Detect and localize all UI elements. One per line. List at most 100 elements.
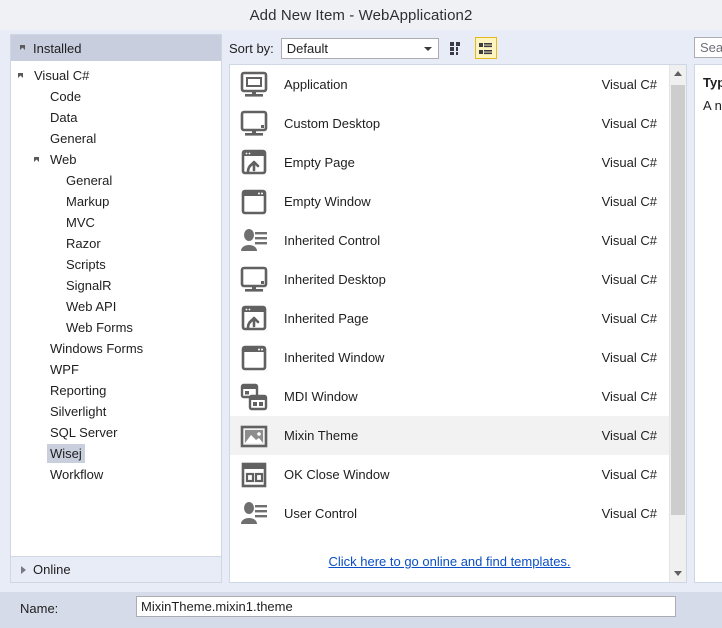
online-templates-link[interactable]: Click here to go online and find templat… bbox=[328, 554, 570, 569]
tree-item-web[interactable]: Web bbox=[11, 149, 221, 170]
tree-item-web-general[interactable]: General bbox=[11, 170, 221, 191]
tree-item-label: Windows Forms bbox=[50, 341, 144, 356]
list-item-label: Custom Desktop bbox=[284, 116, 381, 131]
installed-group-label: Installed bbox=[33, 40, 82, 56]
scrollbar-thumb[interactable] bbox=[671, 85, 685, 515]
details-panel: Sear Typ A n ext bbox=[694, 34, 722, 583]
template-details: Typ A n ext bbox=[694, 64, 722, 583]
tree-item-wisej[interactable]: Wisej bbox=[11, 443, 221, 464]
list-item-label: MDI Window bbox=[284, 389, 358, 404]
grid-dots-icon bbox=[450, 41, 461, 55]
templates-list[interactable]: Application Visual C# Custom Desktop Vis… bbox=[230, 65, 669, 541]
tree-item-label: Web Forms bbox=[66, 320, 133, 335]
picture-icon bbox=[238, 420, 270, 452]
tree-item-label: Workflow bbox=[50, 467, 104, 482]
tree-item-label: Reporting bbox=[50, 383, 107, 398]
tree-item-signalr[interactable]: SignalR bbox=[11, 275, 221, 296]
tree-item-silverlight[interactable]: Silverlight bbox=[11, 401, 221, 422]
list-item-label: Mixin Theme bbox=[284, 428, 359, 443]
list-item[interactable]: OK Close Window Visual C# bbox=[230, 455, 669, 494]
tree-item-visual-csharp[interactable]: Visual C# bbox=[11, 65, 221, 86]
list-item-language: Visual C# bbox=[601, 155, 657, 170]
list-view-icon bbox=[479, 42, 493, 54]
list-item[interactable]: Inherited Control Visual C# bbox=[230, 221, 669, 260]
triangle-up-icon bbox=[674, 71, 682, 76]
categories-panel: Installed Visual C# Code Data General We… bbox=[10, 34, 222, 583]
templates-scrollbar[interactable] bbox=[669, 65, 686, 582]
tree-item-reporting[interactable]: Reporting bbox=[11, 380, 221, 401]
installed-group-header[interactable]: Installed bbox=[11, 35, 221, 61]
list-item-label: Inherited Control bbox=[284, 233, 381, 248]
templates-list-frame: Application Visual C# Custom Desktop Vis… bbox=[229, 64, 687, 583]
tree-item-label: Scripts bbox=[66, 257, 106, 272]
list-item[interactable]: Application Visual C# bbox=[230, 65, 669, 104]
tree-item-wpf[interactable]: WPF bbox=[11, 359, 221, 380]
details-description: A n ext bbox=[703, 98, 722, 113]
list-item[interactable]: Empty Page Visual C# bbox=[230, 143, 669, 182]
list-item-language: Visual C# bbox=[601, 428, 657, 443]
tree-item-label: Data bbox=[50, 110, 78, 125]
tree-item-label: Silverlight bbox=[50, 404, 107, 419]
tree-item-label: WPF bbox=[50, 362, 79, 377]
list-item[interactable]: Custom Desktop Visual C# bbox=[230, 104, 669, 143]
mdi-windows-icon bbox=[238, 381, 270, 413]
search-input[interactable]: Sear bbox=[694, 37, 722, 58]
scroll-up-button[interactable] bbox=[670, 65, 686, 82]
list-item-label: OK Close Window bbox=[284, 467, 390, 482]
dialog-footer: Name: MixinTheme.mixin1.theme bbox=[0, 592, 722, 628]
online-group-header[interactable]: Online bbox=[11, 556, 221, 582]
tree-item-markup[interactable]: Markup bbox=[11, 191, 221, 212]
dialog-body: Installed Visual C# Code Data General We… bbox=[0, 30, 722, 592]
tree-item-sql-server[interactable]: SQL Server bbox=[11, 422, 221, 443]
triangle-down-icon bbox=[674, 571, 682, 576]
list-item[interactable]: MDI Window Visual C# bbox=[230, 377, 669, 416]
tree-item-workflow[interactable]: Workflow bbox=[11, 464, 221, 485]
tree-item-label: Web bbox=[50, 152, 77, 167]
browser-arrow-icon bbox=[238, 303, 270, 335]
tree-item-code[interactable]: Code bbox=[11, 86, 221, 107]
list-item[interactable]: Inherited Page Visual C# bbox=[230, 299, 669, 338]
list-item[interactable]: Inherited Desktop Visual C# bbox=[230, 260, 669, 299]
person-lines-icon bbox=[238, 225, 270, 257]
tree-item-mvc[interactable]: MVC bbox=[11, 212, 221, 233]
tree-item-web-forms[interactable]: Web Forms bbox=[11, 317, 221, 338]
list-item[interactable]: Inherited Window Visual C# bbox=[230, 338, 669, 377]
list-item-language: Visual C# bbox=[601, 194, 657, 209]
small-icons-view-button[interactable] bbox=[446, 37, 468, 59]
list-item-language: Visual C# bbox=[601, 350, 657, 365]
sort-by-value: Default bbox=[286, 40, 328, 56]
online-group-label: Online bbox=[33, 562, 71, 577]
tree-item-label: General bbox=[66, 173, 113, 188]
name-input[interactable]: MixinTheme.mixin1.theme bbox=[136, 596, 676, 617]
list-item-language: Visual C# bbox=[601, 311, 657, 326]
category-tree[interactable]: Visual C# Code Data General Web General bbox=[11, 61, 221, 556]
tree-item-label: Code bbox=[50, 89, 82, 104]
details-type-heading: Typ bbox=[703, 75, 722, 90]
tree-item-razor[interactable]: Razor bbox=[11, 233, 221, 254]
list-item-label: Inherited Page bbox=[284, 311, 369, 326]
tree-item-scripts[interactable]: Scripts bbox=[11, 254, 221, 275]
list-item-selected[interactable]: Mixin Theme Visual C# bbox=[230, 416, 669, 455]
tree-item-label: Wisej bbox=[47, 444, 85, 463]
scroll-down-button[interactable] bbox=[670, 565, 686, 582]
dialog-title: Add New Item - WebApplication2 bbox=[249, 6, 473, 24]
list-item-language: Visual C# bbox=[601, 77, 657, 92]
tree-item-data[interactable]: Data bbox=[11, 107, 221, 128]
sort-by-select[interactable]: Default bbox=[280, 37, 439, 59]
monitor-app-icon bbox=[238, 69, 270, 101]
list-item-label: Inherited Desktop bbox=[284, 272, 386, 287]
tree-item-web-api[interactable]: Web API bbox=[11, 296, 221, 317]
list-item-label: Empty Window bbox=[284, 194, 371, 209]
list-item-language: Visual C# bbox=[601, 233, 657, 248]
list-item[interactable]: Empty Window Visual C# bbox=[230, 182, 669, 221]
list-item[interactable]: User Control Visual C# bbox=[230, 494, 669, 533]
tree-item-label: General bbox=[50, 131, 97, 146]
person-lines-icon bbox=[238, 498, 270, 530]
list-item-language: Visual C# bbox=[601, 467, 657, 482]
list-view-button[interactable] bbox=[474, 37, 497, 59]
list-item[interactable]: User Page Visual C# bbox=[230, 533, 669, 541]
online-templates-footer: Click here to go online and find templat… bbox=[230, 541, 669, 582]
chevron-down-icon bbox=[423, 46, 432, 51]
tree-item-general[interactable]: General bbox=[11, 128, 221, 149]
tree-item-windows-forms[interactable]: Windows Forms bbox=[11, 338, 221, 359]
